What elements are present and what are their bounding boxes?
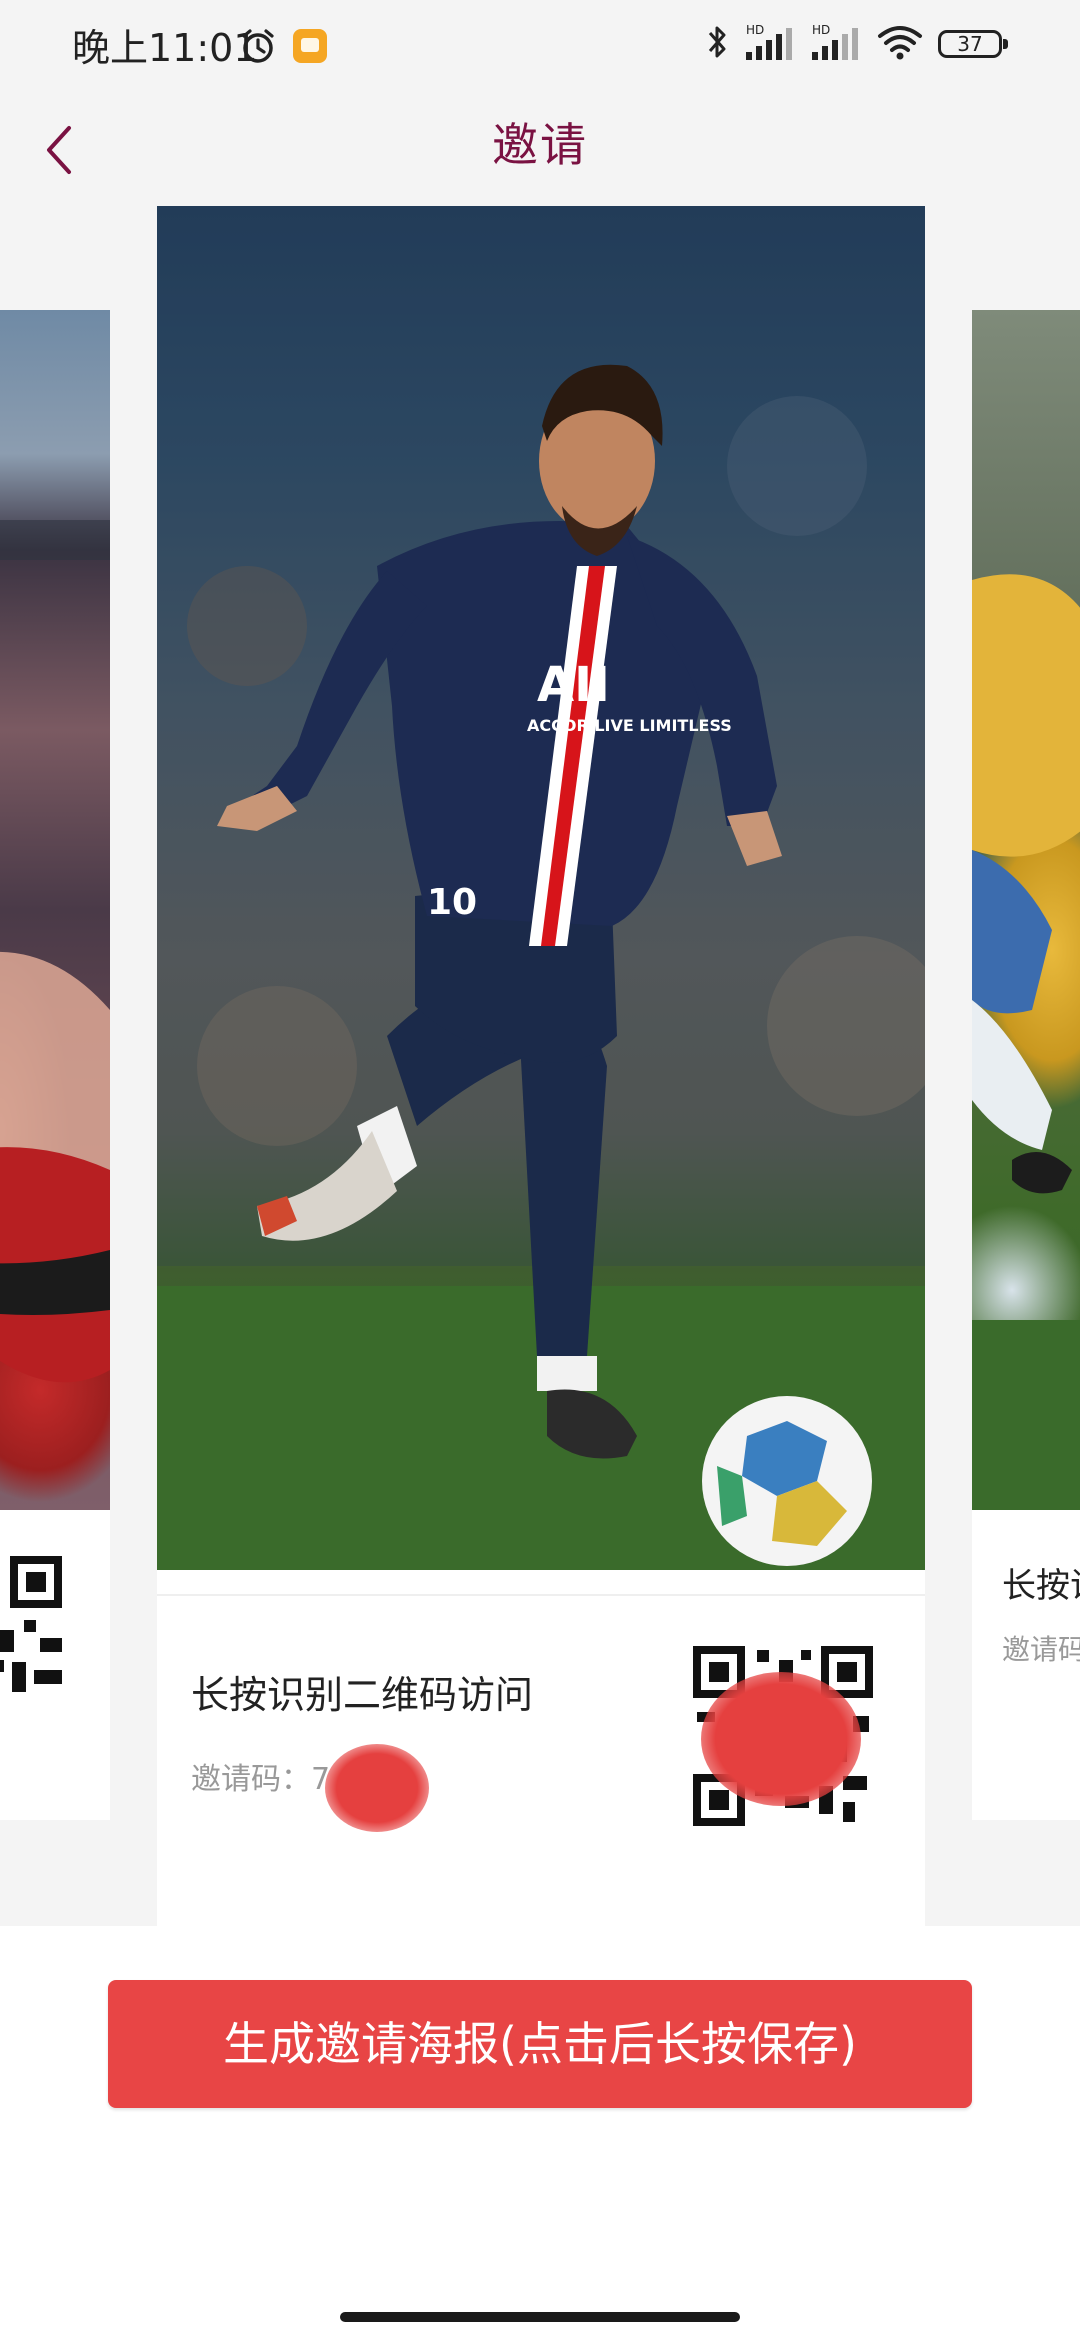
svg-text:AII: AII [537,657,610,713]
battery-icon: 37 [938,30,1008,58]
notification-app-icon [292,28,328,68]
poster-photo-previous [0,310,110,1510]
page-title: 邀请 [492,118,588,172]
svg-text:10: 10 [427,882,477,923]
scan-qr-text: 长按识别二维码访问 [191,1673,534,1717]
header: 邀请 [0,96,1080,206]
player-illustration: AII ACCOR LIVE LIMITLESS 10 [157,206,925,1570]
poster-card-next[interactable]: 长按识 邀请码 [972,310,1080,1820]
poster-card-previous[interactable] [0,310,110,1820]
signal-icon: HD [744,22,796,66]
qr-code-previous [0,1550,70,1710]
svg-text:ACCOR LIVE LIMITLESS: ACCOR LIVE LIMITLESS [527,716,732,735]
invite-code-label: 邀请码： [191,1762,311,1797]
player-illustration-next [972,574,1080,1510]
invite-code-redaction [325,1744,429,1832]
wifi-icon [876,22,924,66]
invite-code-label-next: 邀请码 [1002,1633,1080,1666]
status-bar: 晚上11:01 HD HD 37 [0,0,1080,96]
network-label-2: HD [812,23,830,37]
poster-carousel[interactable]: 长按识 邀请码 [0,206,1080,1926]
bluetooth-icon [706,22,730,66]
status-right: HD HD 37 [706,22,1008,66]
status-time: 晚上11:01 [72,26,258,70]
poster-card[interactable]: AII ACCOR LIVE LIMITLESS 10 长按识别二维码访问 邀请… [157,206,925,1926]
status-left-icons [238,26,328,70]
poster-photo-next [972,310,1080,1510]
poster-photo: AII ACCOR LIVE LIMITLESS 10 [157,206,925,1570]
qr-code-redaction [701,1672,861,1806]
poster-divider [157,1594,925,1596]
alarm-icon [238,26,278,70]
generate-poster-button[interactable]: 生成邀请海报(点击后长按保存) [108,1980,972,2108]
network-label: HD [746,23,764,37]
player-illustration-previous [0,520,110,1383]
home-indicator[interactable] [340,2312,740,2322]
signal-icon-2: HD [810,22,862,66]
scan-text-next: 长按识 [1002,1566,1080,1606]
